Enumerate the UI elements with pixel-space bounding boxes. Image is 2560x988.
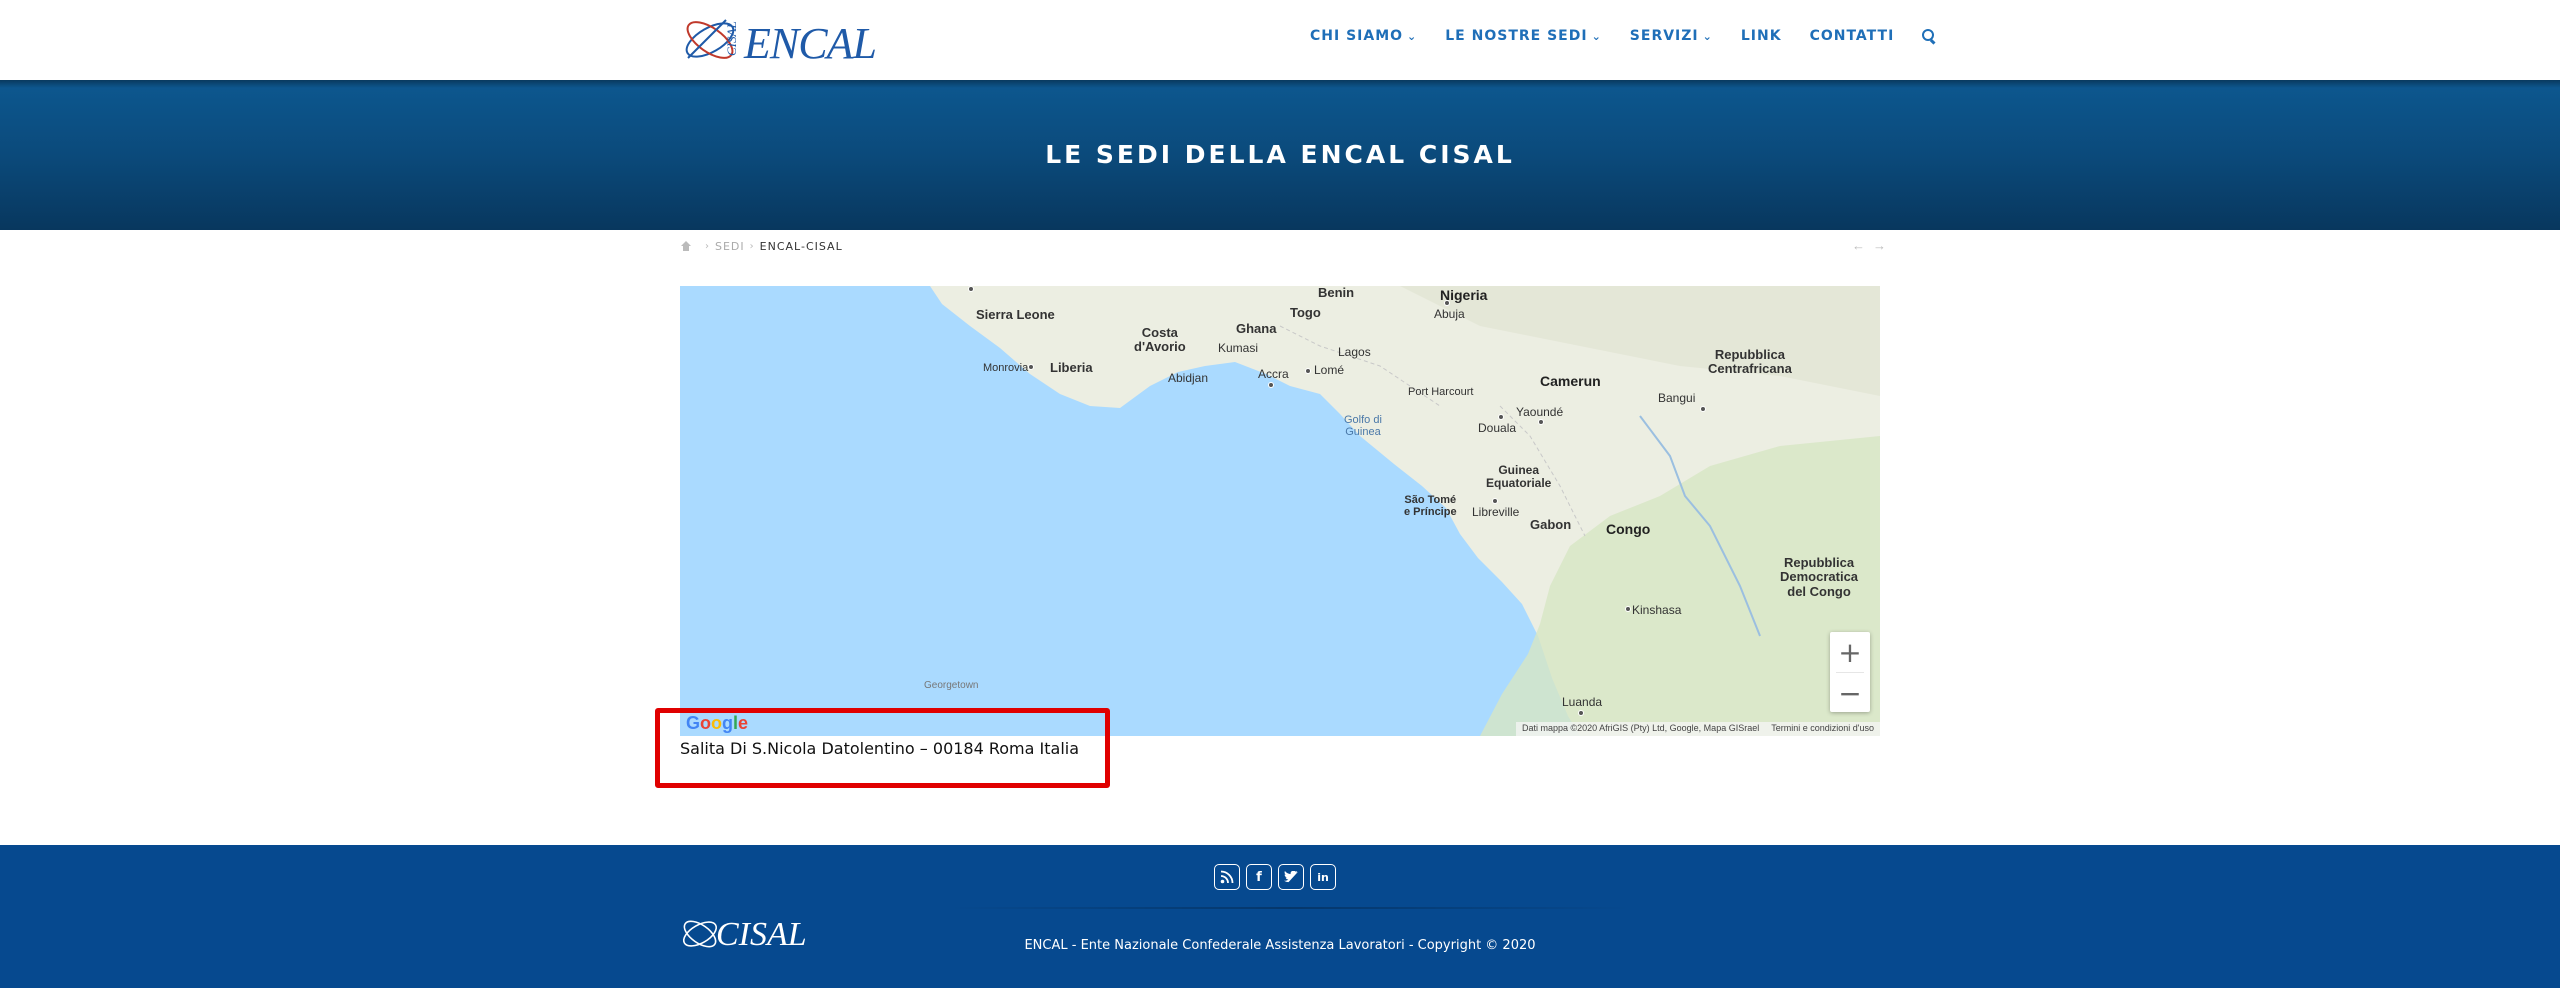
map-label: Lomé: [1314, 363, 1345, 377]
twitter-icon[interactable]: [1278, 864, 1304, 890]
map-label: Ghana: [1236, 321, 1277, 336]
site-header: CISAL ENCAL CHI SIAMO ⌄ LE NOSTRE SEDI ⌄…: [0, 0, 2560, 80]
map-label: Accra: [1258, 367, 1289, 381]
search-icon[interactable]: [1922, 29, 1936, 43]
page-banner: LE SEDI DELLA ENCAL CISAL: [0, 80, 2560, 230]
map-terms-link[interactable]: Termini e condizioni d'uso: [1771, 723, 1874, 735]
map-city-dot: [1498, 414, 1504, 420]
chevron-down-icon: ⌄: [1591, 29, 1602, 43]
map-label: Benin: [1318, 286, 1355, 300]
chevron-right-icon: ›: [705, 241, 710, 252]
map-label: Golfo di Guinea: [1344, 414, 1382, 439]
map-label: Libreville: [1472, 505, 1520, 519]
encal-logo[interactable]: CISAL ENCAL: [680, 12, 880, 68]
map-city-dot: [1700, 406, 1706, 412]
map-label: Abuja: [1434, 307, 1465, 321]
breadcrumb-sedi[interactable]: SEDI: [715, 240, 745, 253]
breadcrumb: › SEDI › ENCAL-CISAL: [680, 240, 843, 253]
map-label: Congo: [1606, 521, 1651, 537]
map-city-dot: [1444, 300, 1450, 306]
map-label: Kumasi: [1218, 341, 1259, 355]
map-label: Guinea Equatoriale: [1486, 463, 1552, 491]
map-label: Gabon: [1530, 517, 1572, 532]
map-label: Camerun: [1540, 373, 1601, 389]
site-footer: f in CISAL ENCAL - Ente Nazionale Confed…: [0, 845, 2560, 988]
map-label: Monrovia: [983, 362, 1029, 374]
chevron-down-icon: ⌄: [1407, 29, 1418, 43]
map-label: Liberia: [1050, 360, 1093, 375]
map-label: São Tomé e Príncipe: [1404, 494, 1457, 519]
nav-servizi[interactable]: SERVIZI ⌄: [1630, 28, 1713, 44]
map-city-dot: [1028, 364, 1034, 370]
linkedin-icon[interactable]: in: [1310, 864, 1336, 890]
map-label: Georgetown: [924, 680, 979, 691]
logo-sub-label: CISAL: [724, 21, 739, 56]
map-city-dot: [968, 286, 974, 292]
nav-chi-siamo[interactable]: CHI SIAMO ⌄: [1310, 28, 1417, 44]
map-label: Togo: [1290, 305, 1321, 320]
map-land: [930, 286, 1880, 736]
map-label: Bangui: [1658, 391, 1696, 405]
google-map[interactable]: Sierra Leone Monrovia Liberia Costa d'Av…: [680, 286, 1880, 736]
map-label: Port Harcourt: [1408, 386, 1474, 398]
facebook-icon[interactable]: f: [1246, 864, 1272, 890]
nav-contatti[interactable]: CONTATTI: [1810, 28, 1895, 44]
map-label: Kinshasa: [1632, 603, 1682, 617]
map-label: Douala: [1478, 421, 1517, 435]
map-label: Abidjan: [1168, 371, 1209, 385]
map-city-dot: [1268, 382, 1274, 388]
map-label: Lagos: [1338, 345, 1371, 359]
map-zoom-controls: + −: [1830, 632, 1870, 712]
zoom-in-button[interactable]: +: [1830, 632, 1870, 672]
map-label: Luanda: [1562, 695, 1603, 709]
social-links: f in: [1214, 864, 1336, 890]
nav-link[interactable]: LINK: [1741, 28, 1782, 44]
rss-icon[interactable]: [1214, 864, 1240, 890]
nav-label: SERVIZI: [1629, 28, 1699, 44]
nav-label: CHI SIAMO: [1310, 28, 1404, 44]
map-label: Yaoundé: [1516, 405, 1564, 419]
map-city-dot: [1305, 368, 1311, 374]
copyright-text: ENCAL - Ente Nazionale Confederale Assis…: [1024, 938, 1536, 953]
prev-arrow-icon[interactable]: ←: [1852, 238, 1865, 253]
chevron-down-icon: ⌄: [1702, 29, 1713, 43]
next-arrow-icon[interactable]: →: [1873, 238, 1886, 253]
page-title: LE SEDI DELLA ENCAL CISAL: [1045, 140, 1515, 169]
breadcrumb-current: ENCAL-CISAL: [759, 240, 843, 253]
footer-divider: [950, 907, 1630, 909]
post-navigation: ← →: [1852, 238, 1886, 253]
nav-le-nostre-sedi[interactable]: LE NOSTRE SEDI ⌄: [1445, 28, 1602, 44]
home-icon[interactable]: [680, 241, 692, 252]
nav-label: LE NOSTRE SEDI: [1445, 28, 1588, 44]
map-city-dot: [1538, 419, 1544, 425]
map-label: Repubblica Centrafricana: [1708, 347, 1792, 377]
map-data-credit: Dati mappa ©2020 AfriGIS (Pty) Ltd, Goog…: [1521, 723, 1760, 733]
zoom-out-button[interactable]: −: [1830, 673, 1870, 713]
main-nav: CHI SIAMO ⌄ LE NOSTRE SEDI ⌄ SERVIZI ⌄ L…: [1310, 28, 1936, 44]
address-highlight-box: [655, 708, 1110, 788]
chevron-right-icon: ›: [749, 241, 755, 252]
map-label: Costa d'Avorio: [1134, 325, 1186, 355]
map-attribution: Dati mappa ©2020 AfriGIS (Pty) Ltd, Goog…: [1515, 722, 1880, 736]
logo-wordmark: ENCAL: [744, 19, 877, 68]
nav-label: LINK: [1740, 28, 1782, 44]
map-city-dot: [1492, 498, 1498, 504]
map-city-dot: [1578, 710, 1584, 716]
map-city-dot: [1625, 606, 1631, 612]
map-label: Repubblica Democratica del Congo: [1780, 555, 1859, 599]
map-label: Sierra Leone: [976, 307, 1055, 322]
nav-label: CONTATTI: [1809, 28, 1895, 44]
